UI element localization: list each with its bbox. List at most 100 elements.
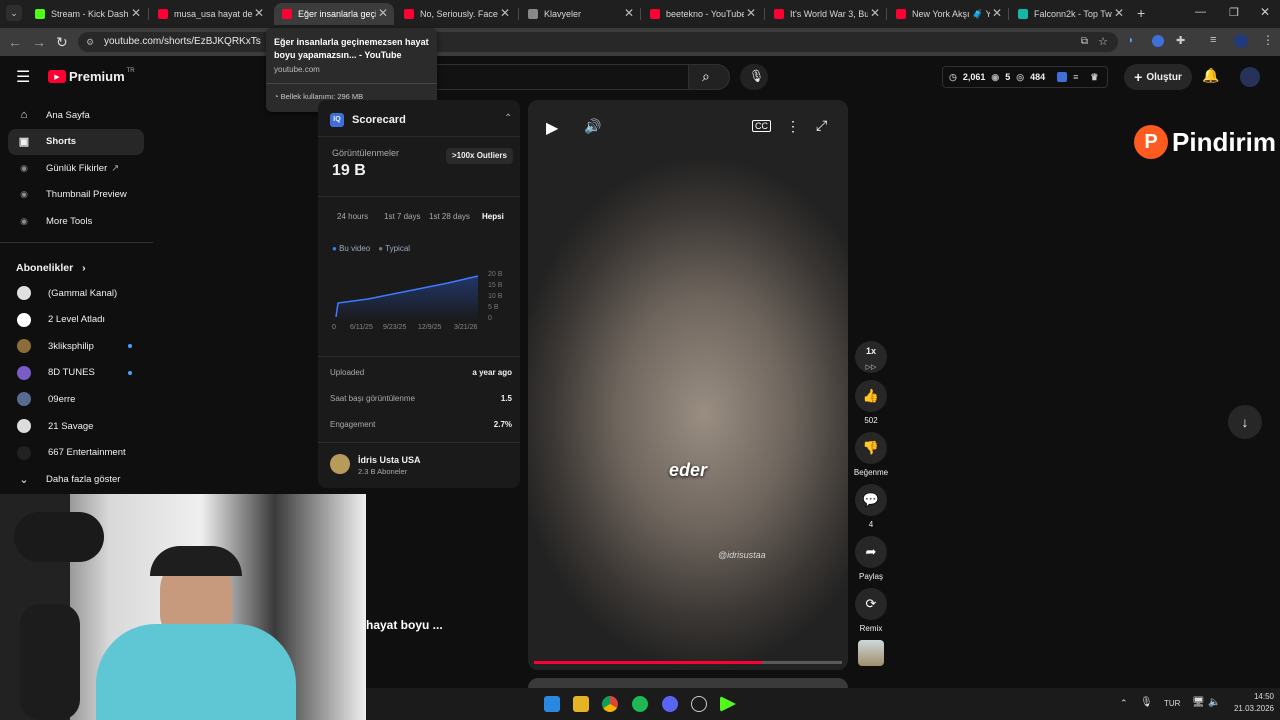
hamburger-menu-icon[interactable]: ☰ <box>16 67 30 87</box>
range-tab[interactable]: 24 hours <box>337 212 368 221</box>
search-button[interactable]: ⌕ <box>688 64 730 90</box>
tray-chevron-icon[interactable]: ⌃ <box>1120 698 1128 709</box>
language-indicator[interactable]: TUR <box>1164 699 1180 708</box>
dislike-button[interactable]: 👎 <box>855 432 887 464</box>
channel-avatar[interactable] <box>330 454 350 474</box>
range-tab[interactable]: 1st 7 days <box>384 212 420 221</box>
sidebar-item[interactable]: ◉ Thumbnail Preview <box>8 182 144 208</box>
more-options-icon[interactable]: ⋮ <box>786 118 800 135</box>
reload-icon[interactable]: ↻ <box>56 34 68 51</box>
captions-icon[interactable]: CC <box>752 120 771 132</box>
discord-icon[interactable] <box>662 696 678 712</box>
subscription-item[interactable]: 8D TUNES <box>8 360 144 386</box>
tab-close-icon[interactable]: ✕ <box>378 6 388 20</box>
sidebar-item[interactable]: ▣ Shorts <box>8 128 144 155</box>
notifications-bell-icon[interactable]: 🔔 <box>1202 67 1219 84</box>
close-window-icon[interactable]: ✕ <box>1260 5 1270 19</box>
profile-avatar[interactable] <box>1234 34 1248 48</box>
bookmark-star-icon[interactable]: ☆ <box>1098 32 1108 52</box>
search-input[interactable] <box>428 64 688 90</box>
subscription-item[interactable]: 667 Entertainment <box>8 440 144 466</box>
tab-close-icon[interactable]: ✕ <box>746 6 756 20</box>
tab-close-icon[interactable]: ✕ <box>1114 6 1124 20</box>
menu-icon[interactable]: ⋮ <box>1262 33 1274 47</box>
youtube-logo[interactable]: ▶ Premium TR <box>48 68 135 84</box>
sidebar-item[interactable]: ◉ More Tools <box>8 208 144 234</box>
back-icon[interactable]: ← <box>8 34 22 50</box>
range-tab[interactable]: 1st 28 days <box>429 212 470 221</box>
subscription-item[interactable]: 3kliksphilip <box>8 333 144 359</box>
subscription-item[interactable]: (Gammal Kanal) <box>8 280 144 306</box>
browser-tab[interactable]: Stream - Kick Dashbo✕ <box>27 3 147 25</box>
tab-close-icon[interactable]: ✕ <box>500 6 510 20</box>
like-button[interactable]: 👍 <box>855 380 887 412</box>
playback-speed-button[interactable]: 1x ▷▷ <box>855 341 887 373</box>
tab-close-icon[interactable]: ✕ <box>254 6 264 20</box>
tab-favicon-icon <box>158 9 168 19</box>
spotify-icon[interactable] <box>632 696 648 712</box>
site-info-icon[interactable]: ⚙ <box>86 32 94 52</box>
sidebar-divider <box>0 242 153 243</box>
remix-button[interactable]: ⟳ <box>855 588 887 620</box>
browser-tab[interactable]: It's World War 3, But ✕ <box>766 3 886 25</box>
volume-icon[interactable]: 🔊 <box>584 118 601 135</box>
chrome-icon[interactable] <box>602 696 618 712</box>
account-avatar[interactable] <box>1240 67 1260 87</box>
tab-close-icon[interactable]: ✕ <box>131 6 141 20</box>
url-field[interactable]: ⚙ youtube.com/shorts/EzBJKQRKxTs ⧉ ☆ <box>78 32 1118 52</box>
video-progress-bar[interactable] <box>534 661 842 664</box>
collapse-chevron-icon[interactable]: ⌃ <box>504 113 512 124</box>
subscription-item[interactable]: 21 Savage <box>8 413 144 439</box>
shorts-video-player[interactable]: ▶ 🔊 CC ⋮ ⤢ eder @idrisustaa <box>528 100 848 670</box>
tab-search-icon[interactable]: ⌄ <box>6 5 22 21</box>
tray-mic-icon[interactable]: 🎙 <box>1140 697 1153 708</box>
browser-tab[interactable]: Eğer insanlarla geçine✕ <box>274 3 394 25</box>
share-button[interactable]: ➦ <box>855 536 887 568</box>
windows-taskbar: ⌃ 🎙 TUR 🖥 🔈 14:50 21.03.2026 <box>366 688 1280 720</box>
tab-close-icon[interactable]: ✕ <box>992 6 1002 20</box>
channel-name[interactable]: İdris Usta USA <box>358 455 421 465</box>
tab-close-icon[interactable]: ✕ <box>624 6 634 20</box>
voice-search-button[interactable]: 🎙 <box>740 64 768 90</box>
clock-time[interactable]: 14:50 <box>1228 692 1274 701</box>
sound-thumbnail[interactable] <box>858 640 884 666</box>
browser-tab[interactable]: No, Seriously. Facebo✕ <box>396 3 516 25</box>
browser-tab[interactable]: musa_usa hayat ders ✕ <box>150 3 270 25</box>
subscription-item[interactable]: 09erre <box>8 386 144 412</box>
restore-icon[interactable]: ❐ <box>1229 6 1239 19</box>
comments-button[interactable]: 💬 <box>855 484 887 516</box>
kick-icon[interactable] <box>720 696 736 712</box>
browser-tab[interactable]: beetekno - YouTube ✕ <box>642 3 762 25</box>
start-button-icon[interactable] <box>544 696 560 712</box>
forward-icon[interactable]: → <box>32 34 46 50</box>
media-control-icon[interactable]: ≡ <box>1210 34 1216 46</box>
subscription-item[interactable]: 2 Level Atladı <box>8 307 144 333</box>
browser-tab[interactable]: New York Akşı 🧳 Ye ✕ <box>888 3 1008 25</box>
home-icon: ⌂ <box>20 109 28 121</box>
new-tab-button[interactable]: + <box>1137 5 1145 21</box>
clock-date[interactable]: 21.03.2026 <box>1218 704 1274 713</box>
file-explorer-icon[interactable] <box>573 696 589 712</box>
next-video-button[interactable]: ↓ <box>1228 405 1262 439</box>
tab-close-icon[interactable]: ✕ <box>870 6 880 20</box>
obs-icon[interactable] <box>691 696 707 712</box>
dislike-label: Beğenme <box>853 468 889 477</box>
play-icon[interactable]: ▶ <box>546 118 558 138</box>
show-more-button[interactable]: ⌄ Daha fazla göster <box>8 466 144 492</box>
extension-iq-icon[interactable] <box>1152 35 1164 47</box>
browser-tab[interactable]: Falconn2k - Top Twit ✕ <box>1010 3 1130 25</box>
subscriptions-heading[interactable]: Abonelikler › <box>16 262 86 274</box>
create-button[interactable]: + Oluştur <box>1124 64 1192 90</box>
extensions-puzzle-icon[interactable]: ✚ <box>1176 34 1185 47</box>
next-video-preview[interactable] <box>528 678 848 688</box>
extension-icon[interactable]: ◗ <box>1128 35 1134 46</box>
sidebar-item[interactable]: ⌂ Ana Sayfa <box>8 102 144 128</box>
sidebar-item[interactable]: ◉ Günlük Fikirler ↗ <box>8 155 144 181</box>
extension-stats-panel[interactable]: ◷ 2,061 ◉ 5 ◎ 484 ≡ ♛ <box>942 66 1108 88</box>
fullscreen-icon[interactable]: ⤢ <box>816 117 827 134</box>
minimize-icon[interactable]: — <box>1195 6 1206 18</box>
browser-tab[interactable]: Klavyeler ✕ <box>520 3 640 25</box>
range-tab[interactable]: Hepsi <box>482 212 504 221</box>
install-icon[interactable]: ⧉ <box>1081 32 1088 52</box>
network-icon[interactable]: 🖥 <box>1192 697 1205 708</box>
